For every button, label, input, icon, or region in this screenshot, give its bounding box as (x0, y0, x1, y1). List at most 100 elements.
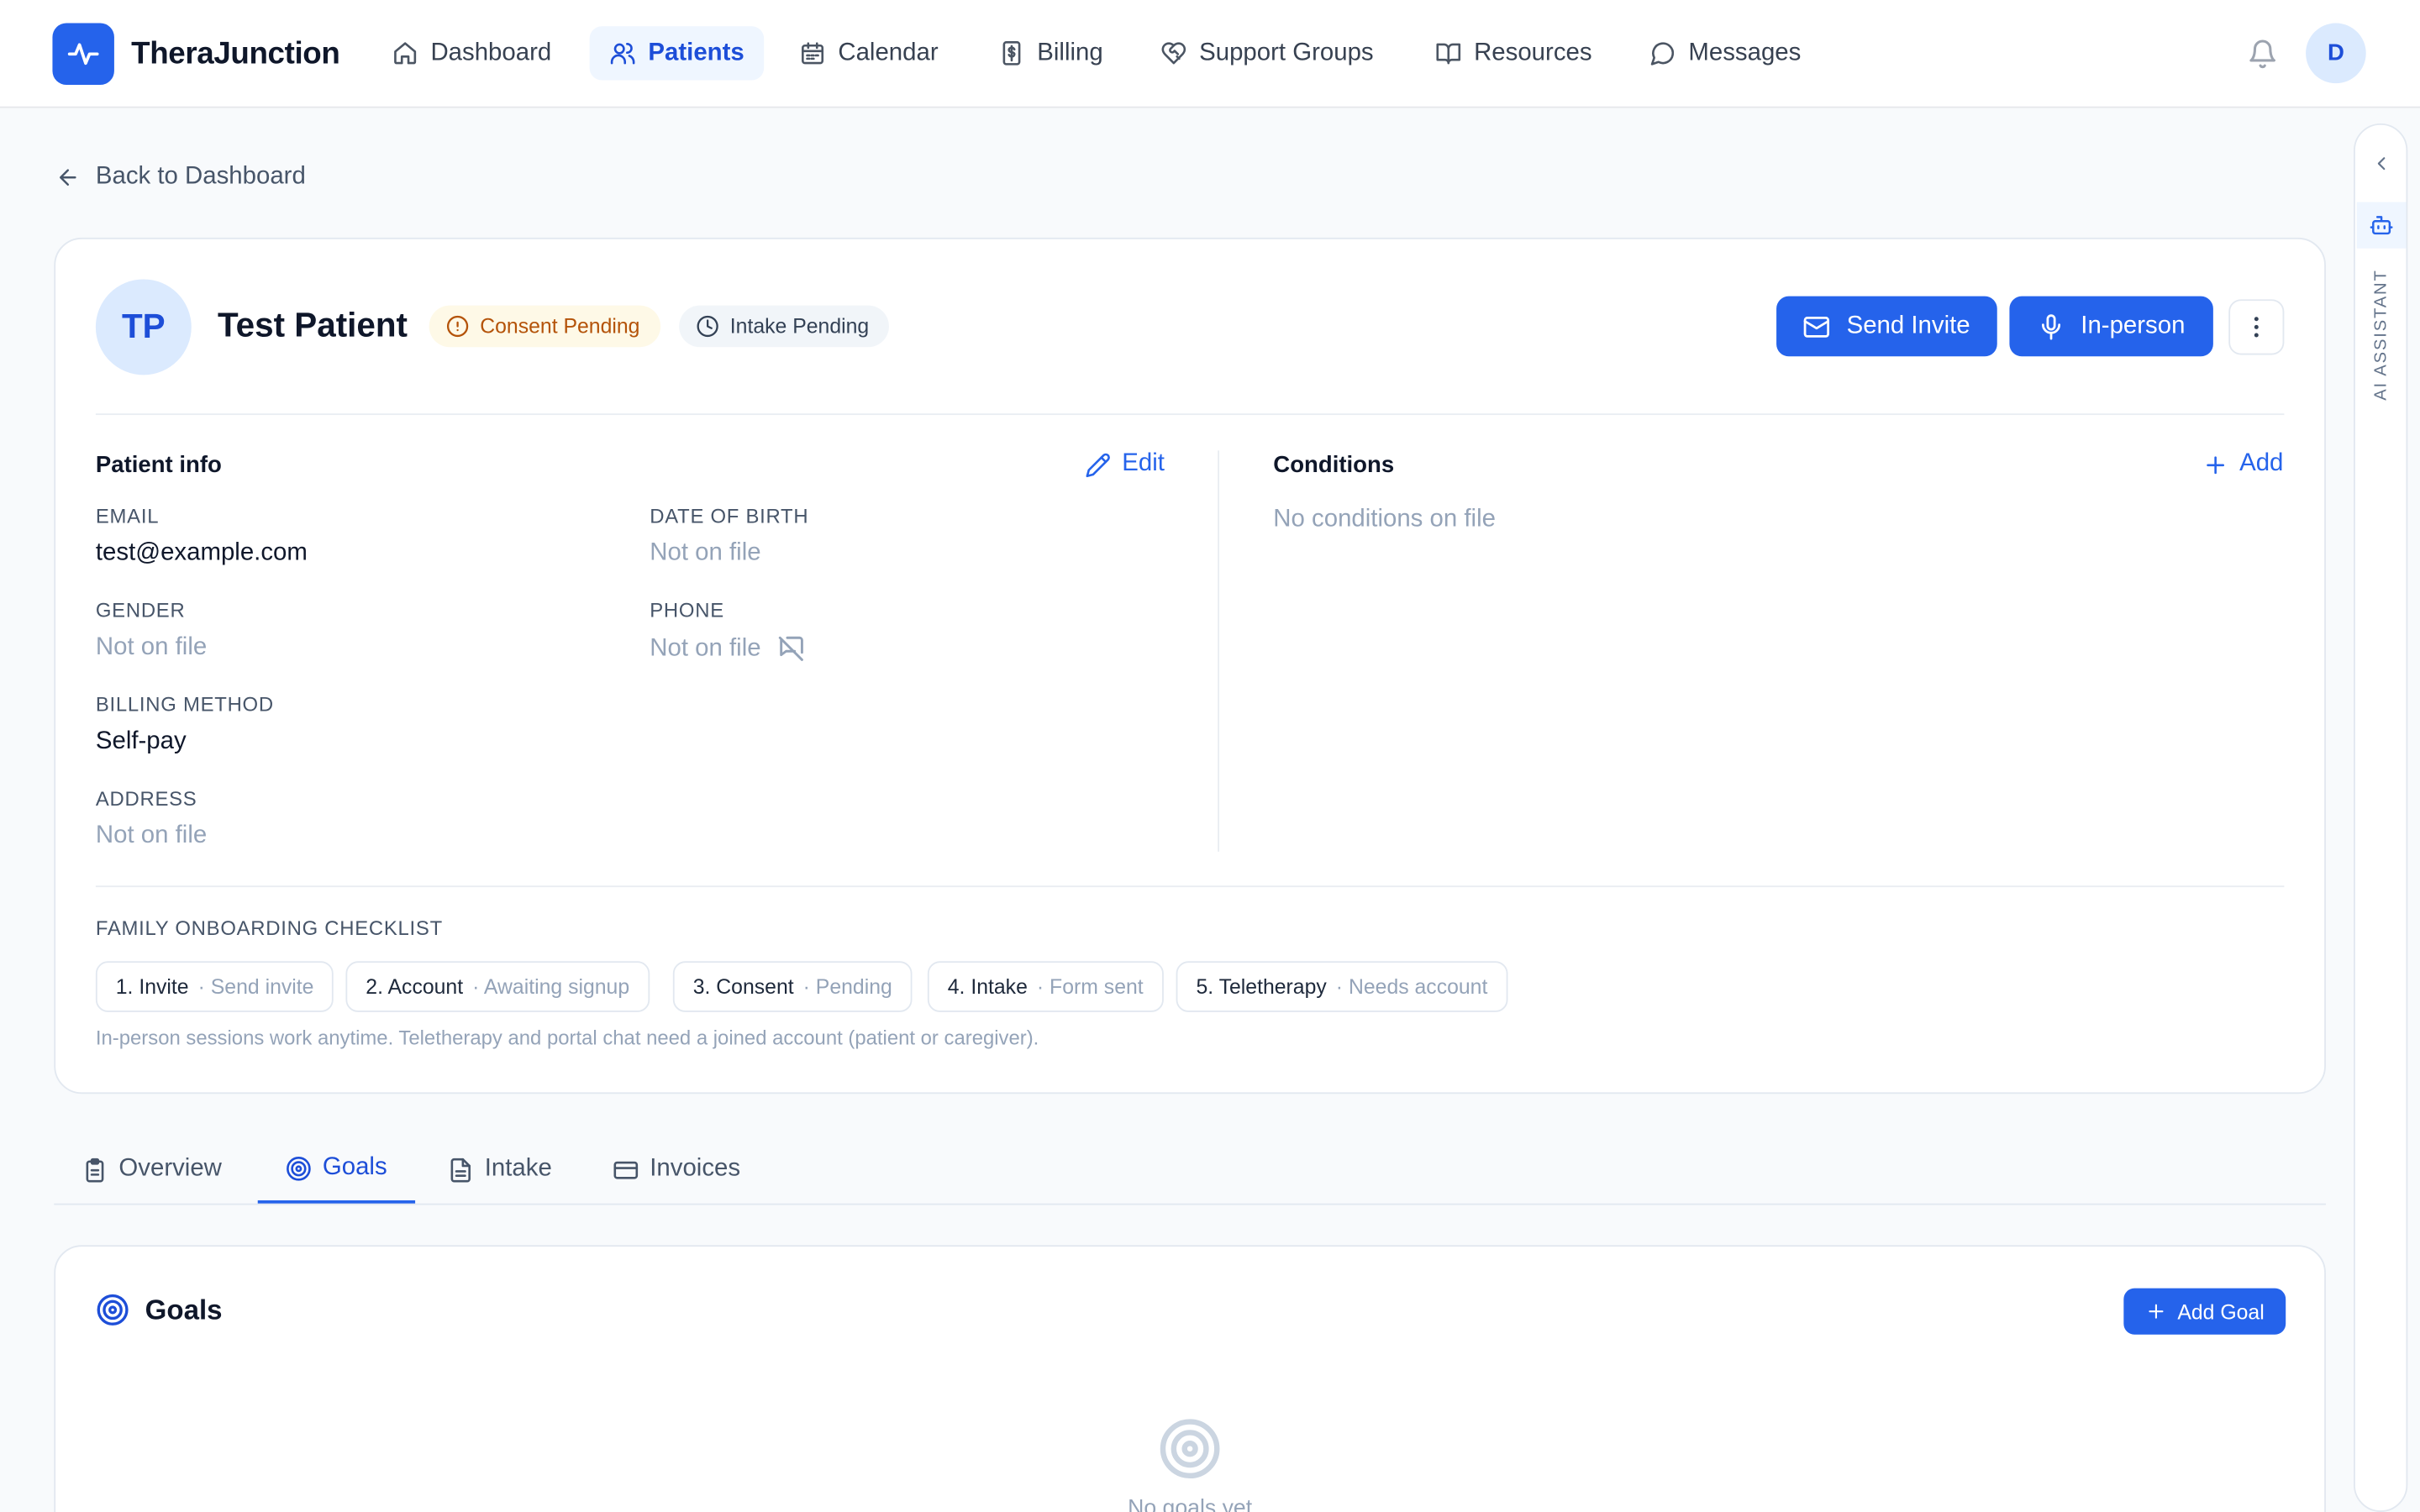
nav-messages[interactable]: Messages (1630, 26, 1822, 80)
phone-label: PHONE (650, 598, 724, 622)
address-label: ADDRESS (95, 786, 197, 811)
billing-method-value: Self-pay (95, 727, 187, 755)
back-link-label: Back to Dashboard (95, 163, 306, 190)
ai-assistant-panel[interactable]: AI ASSISTANT (2354, 123, 2408, 1512)
nav-patients[interactable]: Patients (589, 26, 765, 81)
ai-assistant-label: AI ASSISTANT (2372, 269, 2391, 401)
conditions-title: Conditions (1273, 452, 1395, 479)
app-name: TheraJunction (131, 36, 340, 71)
users-icon (610, 43, 635, 65)
dollar-receipt-icon (1002, 41, 1021, 66)
no-goals-text: No goals yet (1128, 1496, 1253, 1512)
patient-avatar: TP (95, 279, 192, 375)
arrow-left-icon (60, 169, 76, 186)
checklist-step-consent: 3. Consent · Pending (672, 961, 913, 1012)
patient-info-title: Patient info (95, 452, 222, 479)
more-options-button[interactable] (2228, 299, 2285, 355)
user-avatar[interactable]: D (2306, 23, 2366, 84)
billing-method-label: BILLING METHOD (95, 692, 274, 717)
tab-overview[interactable]: Overview (54, 1136, 250, 1204)
email-value: test@example.com (95, 539, 308, 567)
button-label: Send Invite (1846, 312, 1970, 339)
step-status: · Send invite (197, 974, 314, 999)
tab-label: Goals (322, 1153, 387, 1181)
more-vertical-icon (2254, 317, 2259, 338)
checklist-step-intake: 4. Intake · Form sent (927, 961, 1164, 1012)
heart-handshake-icon (1161, 42, 1186, 65)
bell-icon[interactable] (2247, 39, 2278, 70)
nav-support-groups[interactable]: Support Groups (1140, 26, 1393, 80)
step-label: 2. Account (366, 974, 464, 999)
patient-name: Test Patient (217, 305, 408, 344)
step-status: · Form sent (1036, 974, 1144, 999)
bot-icon[interactable] (2356, 202, 2407, 249)
brand[interactable]: TheraJunction (52, 23, 340, 86)
nav-label: Patients (648, 39, 744, 66)
microphone-icon (2042, 313, 2061, 339)
onboarding-checklist-title: FAMILY ONBOARDING CHECKLIST (95, 916, 443, 940)
add-goal-button[interactable]: Add Goal (2123, 1288, 2286, 1335)
goals-card: Goals Add Goal No goals yet (54, 1245, 2326, 1512)
dob-label: DATE OF BIRTH (650, 504, 809, 528)
nav-label: Messages (1688, 39, 1802, 66)
step-status: · Awaiting signup (472, 974, 630, 999)
checklist-step-account: 2. Account · Awaiting signup (345, 961, 650, 1012)
plus-icon (2207, 455, 2225, 474)
patient-tabs: Overview Goals Intake Invoices (54, 1136, 2326, 1205)
step-label: 5. Teletherapy (1196, 974, 1327, 999)
activity-pulse-icon (52, 23, 114, 86)
badge-label: Intake Pending (729, 314, 870, 339)
email-label: EMAIL (95, 504, 160, 528)
gender-value: Not on file (95, 633, 208, 661)
mail-icon (1804, 316, 1830, 337)
no-conditions-text: No conditions on file (1273, 506, 1496, 533)
credit-card-icon (613, 1160, 639, 1179)
nav-billing[interactable]: Billing (978, 26, 1123, 80)
checklist-hint: In-person sessions work anytime. Telethe… (95, 1026, 1039, 1049)
book-open-icon (1436, 43, 1461, 65)
edit-patient-info-button[interactable]: Edit (1085, 450, 1165, 478)
nav-label: Resources (1474, 39, 1592, 66)
dob-value: Not on file (650, 539, 761, 567)
phone-value: Not on file (650, 634, 761, 662)
step-label: 3. Consent (692, 974, 794, 999)
button-label: In-person (2081, 312, 2186, 339)
badge-label: Consent Pending (480, 314, 640, 339)
home-icon (394, 42, 417, 65)
step-label: 1. Invite (115, 974, 189, 999)
in-person-button[interactable]: In-person (2009, 296, 2213, 357)
file-text-icon (450, 1157, 471, 1182)
chevron-left-icon[interactable] (2370, 153, 2392, 175)
phone-field: Not on file (650, 634, 806, 664)
divider (95, 885, 2285, 888)
divider (95, 413, 2285, 416)
pencil-icon (1086, 452, 1110, 477)
target-icon (287, 1156, 311, 1180)
nav-resources[interactable]: Resources (1415, 26, 1612, 80)
nav-label: Support Groups (1199, 39, 1374, 66)
step-status: · Needs account (1335, 974, 1488, 999)
message-off-icon[interactable] (776, 634, 806, 664)
gender-label: GENDER (95, 598, 186, 622)
calendar-icon (802, 42, 824, 65)
add-condition-button[interactable]: Add (2202, 450, 2283, 478)
nav-calendar[interactable]: Calendar (780, 26, 959, 80)
step-status: · Pending (802, 974, 892, 999)
consent-status-badge: Consent Pending (429, 305, 660, 348)
tab-invoices[interactable]: Invoices (585, 1136, 768, 1204)
tab-intake[interactable]: Intake (420, 1136, 580, 1204)
column-divider (1218, 450, 1220, 852)
plus-icon (2149, 1304, 2164, 1319)
target-icon (97, 1294, 129, 1326)
send-invite-button[interactable]: Send Invite (1776, 296, 1997, 357)
add-label: Add (2239, 450, 2284, 477)
alert-circle-icon (446, 315, 469, 338)
nav-label: Dashboard (430, 39, 552, 66)
intake-status-badge: Intake Pending (679, 305, 890, 348)
tab-goals[interactable]: Goals (257, 1136, 415, 1204)
back-to-dashboard-link[interactable]: Back to Dashboard (55, 164, 306, 192)
nav-dashboard[interactable]: Dashboard (372, 26, 571, 80)
checklist-step-teletherapy: 5. Teletherapy · Needs account (1176, 961, 1508, 1012)
patient-card: TP Test Patient Consent Pending Intake P… (54, 237, 2326, 1095)
goals-heading: Goals (96, 1293, 223, 1326)
